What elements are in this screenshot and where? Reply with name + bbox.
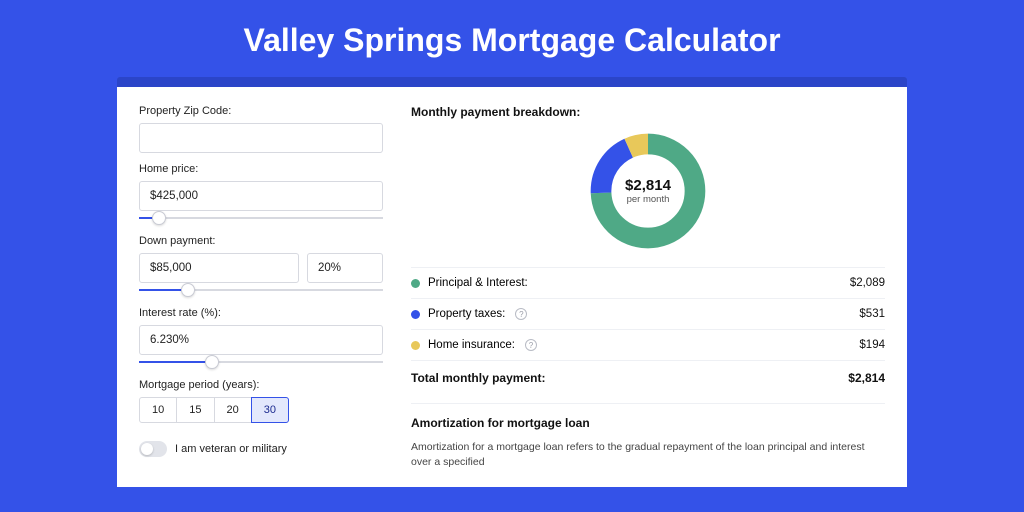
slider-thumb[interactable] [205,355,219,369]
amortization-title: Amortization for mortgage loan [411,416,885,430]
slider-fill [139,361,212,363]
header-band: Property Zip Code: Home price: Down paym… [117,77,907,487]
legend-left: Home insurance:? [411,339,537,351]
legend-row: Principal & Interest: $2,089 [411,267,885,299]
legend-left: Principal & Interest: [411,277,528,289]
legend-label: Principal & Interest: [428,277,528,289]
inputs-panel: Property Zip Code: Home price: Down paym… [139,105,383,487]
breakdown-panel: Monthly payment breakdown: $2,814 per mo… [411,105,885,487]
donut-caption: per month [627,194,670,205]
term-button-10[interactable]: 10 [139,397,177,423]
down-payment-label: Down payment: [139,235,383,247]
total-label: Total monthly payment: [411,371,545,385]
interest-rate-input[interactable] [139,325,383,355]
amortization-text: Amortization for a mortgage loan refers … [411,440,885,469]
home-price-label: Home price: [139,163,383,175]
legend-label: Property taxes: [428,308,505,320]
page-title: Valley Springs Mortgage Calculator [0,22,1024,59]
term-button-20[interactable]: 20 [214,397,252,423]
home-price-slider[interactable] [139,211,383,225]
legend-dot [411,279,420,288]
legend-left: Property taxes:? [411,308,527,320]
legend-value: $194 [859,339,885,351]
amortization-section: Amortization for mortgage loan Amortizat… [411,403,885,469]
down-payment-slider[interactable] [139,283,383,297]
veteran-toggle[interactable] [139,441,167,457]
term-label: Mortgage period (years): [139,379,383,391]
down-payment-input[interactable] [139,253,299,283]
legend-row: Home insurance:? $194 [411,330,885,361]
donut-center: $2,814 per month [586,129,710,253]
total-value: $2,814 [848,371,885,385]
donut-chart: $2,814 per month [411,129,885,253]
zip-input[interactable] [139,123,383,153]
legend-dot [411,310,420,319]
veteran-label: I am veteran or military [175,443,287,455]
legend: Principal & Interest: $2,089 Property taxe… [411,267,885,361]
donut-amount: $2,814 [625,177,671,194]
term-group: 10152030 [139,397,383,423]
calculator-card: Property Zip Code: Home price: Down paym… [117,87,907,487]
legend-value: $531 [859,308,885,320]
breakdown-title: Monthly payment breakdown: [411,105,885,119]
hero: Valley Springs Mortgage Calculator [0,0,1024,77]
slider-thumb[interactable] [152,211,166,225]
zip-label: Property Zip Code: [139,105,383,117]
home-price-input[interactable] [139,181,383,211]
legend-dot [411,341,420,350]
down-payment-pct-input[interactable] [307,253,383,283]
legend-label: Home insurance: [428,339,515,351]
interest-rate-label: Interest rate (%): [139,307,383,319]
interest-rate-slider[interactable] [139,355,383,369]
legend-row: Property taxes:? $531 [411,299,885,330]
term-button-15[interactable]: 15 [176,397,214,423]
term-button-30[interactable]: 30 [251,397,289,423]
help-icon[interactable]: ? [525,339,537,351]
slider-thumb[interactable] [181,283,195,297]
legend-value: $2,089 [850,277,885,289]
help-icon[interactable]: ? [515,308,527,320]
total-row: Total monthly payment: $2,814 [411,361,885,399]
slider-track [139,217,383,219]
